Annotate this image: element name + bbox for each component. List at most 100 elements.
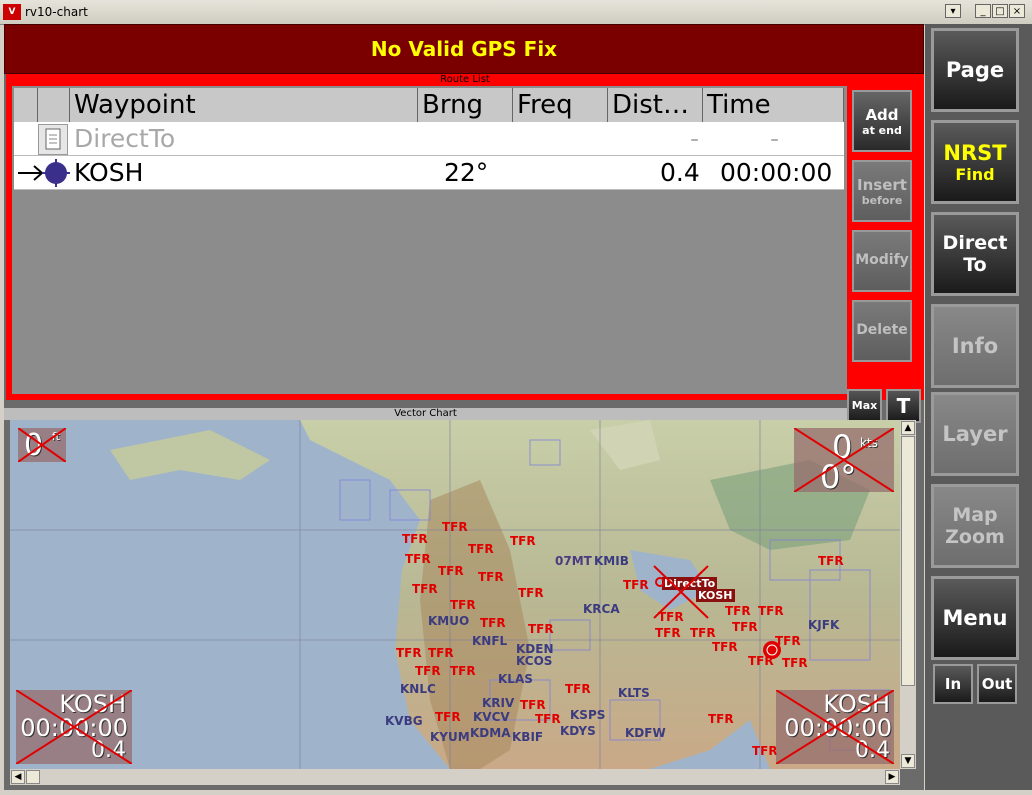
gps-status-banner: No Valid GPS Fix: [4, 24, 924, 74]
invalid-x-icon: [18, 428, 66, 462]
airport-label[interactable]: KDYS: [560, 724, 596, 738]
airport-label[interactable]: KNLC: [400, 682, 436, 696]
tfr-label[interactable]: TFR: [478, 570, 504, 584]
tfr-label[interactable]: TFR: [565, 682, 591, 696]
tfr-label[interactable]: TFR: [450, 598, 476, 612]
gps-status-text: No Valid GPS Fix: [370, 37, 558, 61]
tfr-label[interactable]: TFR: [510, 534, 536, 548]
scroll-thumb[interactable]: [26, 770, 40, 784]
layer-button[interactable]: Layer: [931, 392, 1019, 476]
active-leg-arrow-icon: [16, 158, 70, 187]
menu-label: Menu: [942, 606, 1008, 630]
tfr-label[interactable]: TFR: [818, 554, 844, 568]
airport-label[interactable]: KLTS: [618, 686, 650, 700]
tfr-label[interactable]: TFR: [520, 698, 546, 712]
add-label: Add: [865, 106, 899, 124]
scroll-left-icon[interactable]: ◀: [11, 770, 25, 784]
nrst-find-button[interactable]: NRST Find: [931, 120, 1019, 204]
airport-label[interactable]: KMIB: [594, 554, 629, 568]
airport-label[interactable]: KYUM: [430, 730, 470, 744]
app-icon[interactable]: V: [3, 4, 21, 20]
tfr-label[interactable]: TFR: [758, 604, 784, 618]
header-freq[interactable]: Freq: [513, 88, 608, 122]
zoom-out-button[interactable]: Out: [977, 664, 1017, 704]
airport-label[interactable]: KVCV: [473, 710, 510, 724]
insert-sublabel: before: [861, 194, 903, 207]
tfr-label[interactable]: TFR: [415, 664, 441, 678]
tfr-label[interactable]: TFR: [442, 520, 468, 534]
tfr-label[interactable]: TFR: [428, 646, 454, 660]
text-toggle-button[interactable]: T: [886, 389, 921, 423]
scroll-up-icon[interactable]: ▲: [901, 421, 915, 435]
tfr-label[interactable]: TFR: [708, 712, 734, 726]
tfr-label[interactable]: TFR: [396, 646, 422, 660]
page-button[interactable]: Page: [931, 28, 1019, 112]
tfr-label[interactable]: TFR: [518, 586, 544, 600]
max-button[interactable]: Max: [847, 389, 882, 423]
zoom-in-button[interactable]: In: [933, 664, 973, 704]
vertical-scrollbar[interactable]: ▲ ▼: [900, 420, 916, 769]
window-title: rv10-chart: [25, 5, 88, 19]
airport-label[interactable]: KCOS: [516, 654, 552, 668]
tfr-label[interactable]: TFR: [412, 582, 438, 596]
header-dist[interactable]: Dist…: [608, 88, 703, 122]
airport-label[interactable]: KJFK: [808, 618, 839, 632]
tfr-label[interactable]: TFR: [690, 626, 716, 640]
tfr-label[interactable]: TFR: [528, 622, 554, 636]
tfr-label[interactable]: TFR: [402, 532, 428, 546]
tfr-label[interactable]: TFR: [435, 710, 461, 724]
minimize-button[interactable]: _: [975, 4, 991, 18]
airport-label[interactable]: KLAS: [498, 672, 533, 686]
airport-label[interactable]: 07MT: [555, 554, 592, 568]
route-list-table: Waypoint Brng Freq Dist… Time DirectTo -…: [12, 86, 847, 394]
info-button[interactable]: Info: [931, 304, 1019, 388]
airport-label[interactable]: KVBG: [385, 714, 423, 728]
tfr-label[interactable]: TFR: [732, 620, 758, 634]
scroll-down-icon[interactable]: ▼: [901, 754, 915, 768]
airport-label[interactable]: KDMA: [470, 726, 511, 740]
tfr-label[interactable]: TFR: [752, 744, 778, 758]
header-waypoint[interactable]: Waypoint: [70, 88, 418, 122]
vector-chart-map[interactable]: TFR TFR TFR TFR TFR TFR TFR TFR TFR TFR …: [10, 420, 900, 769]
menu-button[interactable]: Menu: [931, 576, 1019, 660]
tfr-label[interactable]: TFR: [623, 578, 649, 592]
airport-label[interactable]: KDFW: [625, 726, 666, 740]
delete-button[interactable]: Delete: [852, 300, 912, 362]
dist-cell: -: [690, 124, 700, 153]
direct-to-button[interactable]: Direct To: [931, 212, 1019, 296]
map-zoom-button[interactable]: Map Zoom: [931, 484, 1019, 568]
route-row[interactable]: DirectTo - -: [14, 122, 844, 156]
insert-before-button[interactable]: Insert before: [852, 160, 912, 222]
tfr-label[interactable]: TFR: [712, 640, 738, 654]
tfr-label[interactable]: TFR: [782, 656, 808, 670]
airport-label[interactable]: KBIF: [512, 730, 543, 744]
tfr-label[interactable]: TFR: [655, 626, 681, 640]
modify-button[interactable]: Modify: [852, 230, 912, 292]
tfr-label[interactable]: TFR: [405, 552, 431, 566]
horizontal-scrollbar[interactable]: ◀ ▶: [10, 769, 900, 785]
tfr-label[interactable]: TFR: [725, 604, 751, 618]
header-brng[interactable]: Brng: [418, 88, 513, 122]
tfr-label[interactable]: TFR: [535, 712, 561, 726]
tfr-label[interactable]: TFR: [480, 616, 506, 630]
scroll-right-icon[interactable]: ▶: [885, 770, 899, 784]
close-button[interactable]: ×: [1009, 4, 1025, 18]
direct-label: Direct: [942, 232, 1008, 254]
maximize-button[interactable]: □: [992, 4, 1008, 18]
airport-label[interactable]: KNFL: [472, 634, 507, 648]
header-time[interactable]: Time: [703, 88, 844, 122]
delete-label: Delete: [856, 322, 908, 338]
scroll-thumb[interactable]: [901, 436, 915, 686]
airport-label[interactable]: KMUO: [428, 614, 469, 628]
tfr-label[interactable]: TFR: [450, 664, 476, 678]
tfr-label[interactable]: TFR: [468, 542, 494, 556]
header-blank-1: [14, 88, 38, 122]
airport-label[interactable]: KRIV: [482, 696, 514, 710]
tfr-label[interactable]: TFR: [438, 564, 464, 578]
menu-arrow-icon[interactable]: ▾: [945, 4, 961, 18]
airport-label[interactable]: KRCA: [583, 602, 620, 616]
brng-cell: 22°: [444, 158, 489, 187]
route-row[interactable]: KOSH 22° 0.4 00:00:00: [14, 156, 844, 190]
add-at-end-button[interactable]: Add at end: [852, 90, 912, 152]
airport-label[interactable]: KSPS: [570, 708, 605, 722]
